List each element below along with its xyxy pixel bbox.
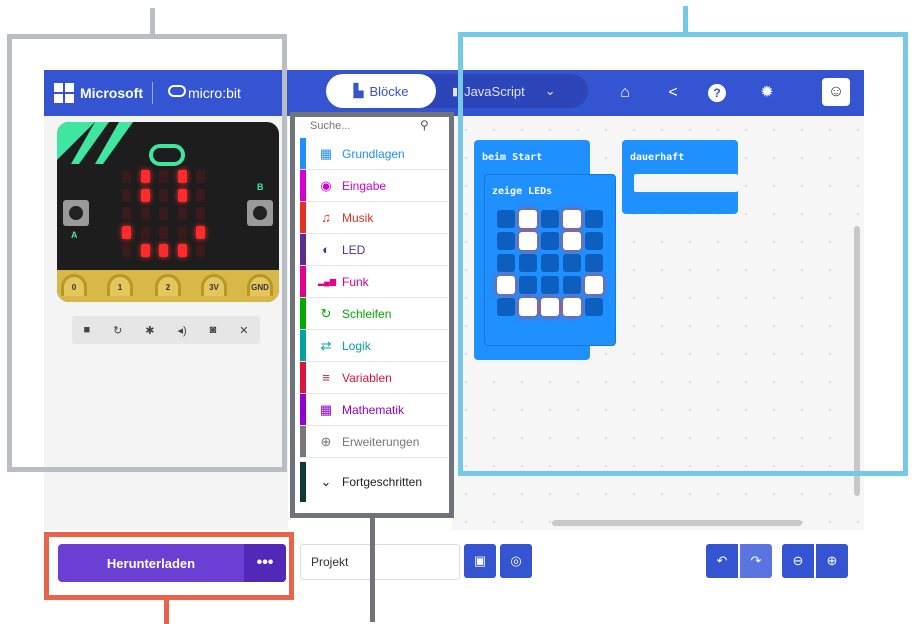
github-icon: ◎: [510, 553, 522, 568]
toolbox-annotation-frame: [290, 112, 454, 518]
undo-button[interactable]: ↶: [706, 544, 738, 578]
toolbox-annotation-pointer: [370, 516, 375, 622]
zoom-out-icon: ⊖: [792, 553, 804, 568]
blocks-icon: ▙: [353, 83, 364, 98]
save-icon: ▣: [473, 553, 487, 568]
zoom-in-button[interactable]: ⊕: [816, 544, 848, 578]
zoom-in-icon: ⊕: [826, 553, 838, 568]
redo-icon: ↷: [750, 553, 762, 568]
undo-icon: ↶: [716, 553, 728, 568]
workspace-annotation-frame: [458, 32, 908, 476]
project-name-input[interactable]: Projekt: [300, 544, 460, 580]
save-button[interactable]: ▣: [464, 544, 496, 578]
download-annotation-frame: [44, 532, 294, 600]
redo-button[interactable]: ↷: [740, 544, 772, 578]
workspace-annotation-pointer: [683, 6, 688, 34]
simulator-annotation-frame: [7, 34, 287, 472]
zoom-out-button[interactable]: ⊖: [782, 544, 814, 578]
github-button[interactable]: ◎: [500, 544, 532, 578]
tab-blocks-label: Blöcke: [369, 83, 409, 99]
tab-blocks[interactable]: ▙ Blöcke: [326, 74, 436, 108]
download-annotation-pointer: [164, 598, 169, 624]
simulator-annotation-pointer: [150, 8, 155, 36]
horizontal-scrollbar[interactable]: [552, 520, 802, 526]
